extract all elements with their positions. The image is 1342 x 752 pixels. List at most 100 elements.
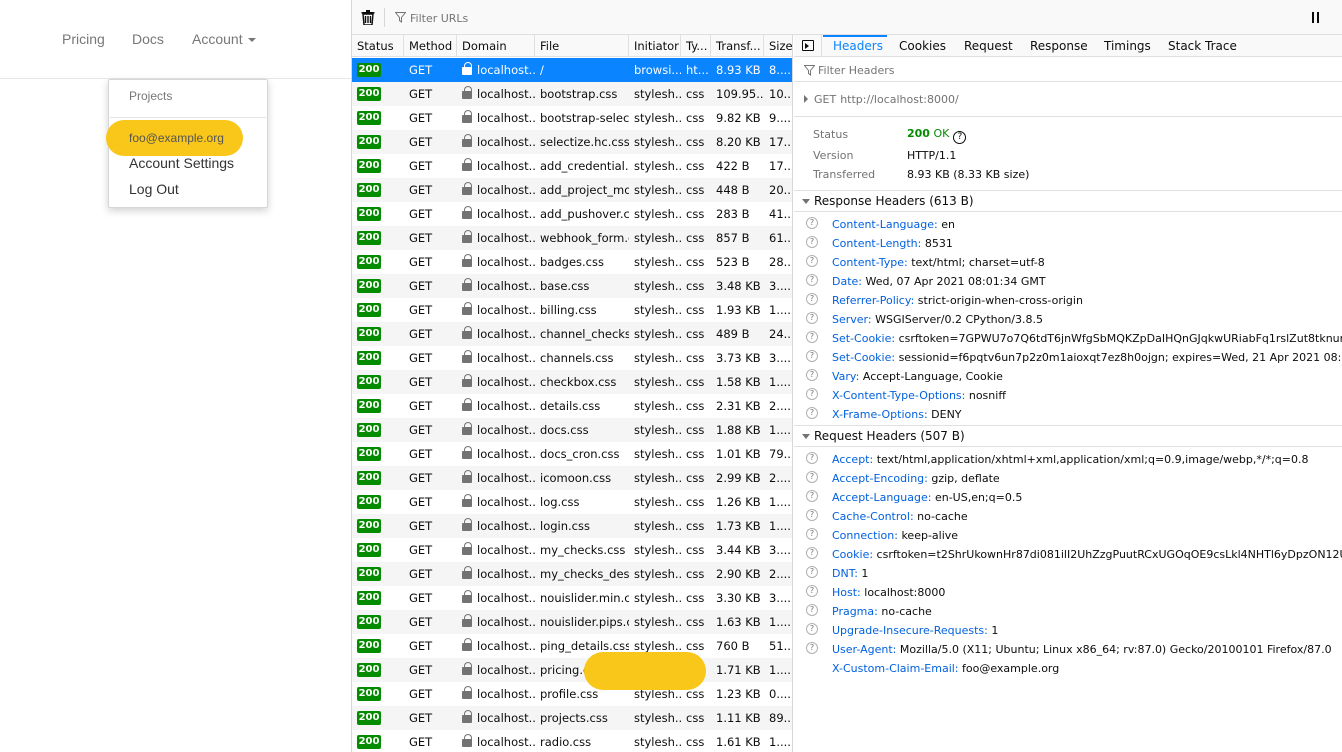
help-icon[interactable]: ? <box>806 255 818 267</box>
col-domain[interactable]: Domain <box>457 35 535 57</box>
help-icon[interactable]: ? <box>806 490 818 502</box>
header-row[interactable]: ? Upgrade-Insecure-Requests: 1 <box>794 621 1342 640</box>
col-status[interactable]: Status <box>352 35 404 57</box>
table-row[interactable]: 200GETlocalhost...pricing.cssstylesh...c… <box>352 658 792 682</box>
table-row[interactable]: 200 GET localhost... ping_details.css styles… <box>352 634 792 658</box>
header-row[interactable]: ?X-Custom-Claim-Email: foo@example.org <box>794 659 1342 678</box>
help-icon[interactable]: ? <box>953 131 967 144</box>
nav-pricing-link[interactable]: Pricing <box>62 31 105 47</box>
filter-urls-input[interactable] <box>410 11 710 25</box>
table-row[interactable]: 200 GET localhost... docs_cron.css stylesh..… <box>352 442 792 466</box>
tab-timings[interactable]: Timings <box>1104 35 1151 57</box>
tab-cookies[interactable]: Cookies <box>899 35 946 57</box>
help-icon[interactable]: ? <box>806 274 818 286</box>
header-row[interactable]: ? Server: WSGIServer/0.2 CPython/3.8.5 <box>794 310 1342 329</box>
help-icon[interactable]: ? <box>806 642 818 654</box>
help-icon[interactable]: ? <box>806 293 818 305</box>
table-row[interactable]: 200 GET localhost... bootstrap-select.n styl… <box>352 106 792 130</box>
filter-headers-input[interactable] <box>818 63 1118 77</box>
help-icon[interactable]: ? <box>806 509 818 521</box>
header-row[interactable]: ? Connection: keep-alive <box>794 526 1342 545</box>
table-row[interactable]: 200 GET localhost... nouislider.min.css styl… <box>352 586 792 610</box>
table-row[interactable]: 200 GET localhost... badges.css stylesh... cs… <box>352 250 792 274</box>
table-row[interactable]: 200 GET localhost... log.css stylesh... css 1.… <box>352 490 792 514</box>
tab-stack-trace[interactable]: Stack Trace <box>1168 35 1237 57</box>
menu-account-settings[interactable]: Account Settings <box>129 155 234 171</box>
header-row[interactable]: ? Content-Language: en <box>794 215 1342 234</box>
help-icon[interactable]: ? <box>806 217 818 229</box>
table-row[interactable]: 200 GET localhost... add_credential.css styl… <box>352 154 792 178</box>
panel-toggle-icon[interactable] <box>802 40 814 51</box>
table-row[interactable]: 200 GET localhost... add_pushover.css styles… <box>352 202 792 226</box>
table-row[interactable]: 200 GET localhost... my_checks_deskto styles… <box>352 562 792 586</box>
header-row[interactable]: ? Accept: text/html,application/xhtml+xml… <box>794 450 1342 469</box>
request-summary-url[interactable]: GET http://localhost:8000/ <box>804 93 959 106</box>
table-row[interactable]: 200 GET localhost... / browsi... ht... 8.93 KB… <box>352 58 792 82</box>
help-icon[interactable]: ? <box>806 547 818 559</box>
table-row[interactable]: 200 GET localhost... billing.css stylesh... c… <box>352 298 792 322</box>
tab-response[interactable]: Response <box>1030 35 1088 57</box>
help-icon[interactable]: ? <box>806 350 818 362</box>
col-method[interactable]: Method <box>404 35 457 57</box>
header-row[interactable]: ? Host: localhost:8000 <box>794 583 1342 602</box>
help-icon[interactable]: ? <box>806 312 818 324</box>
help-icon[interactable]: ? <box>806 369 818 381</box>
table-row[interactable]: 200 GET localhost... checkbox.css stylesh...… <box>352 370 792 394</box>
header-row[interactable]: ? Cache-Control: no-cache <box>794 507 1342 526</box>
help-icon[interactable]: ? <box>806 585 818 597</box>
request-headers-section[interactable]: Request Headers (507 B) <box>794 425 1342 447</box>
col-transferred[interactable]: Transf... <box>711 35 764 57</box>
table-row[interactable]: 200 GET localhost... webhook_form.css styles… <box>352 226 792 250</box>
table-row[interactable]: 200 GET localhost... base.css stylesh... css 3… <box>352 274 792 298</box>
col-type[interactable]: Ty... <box>681 35 711 57</box>
header-row[interactable]: ? Set-Cookie: csrftoken=7GPWU7o7Q6tdT6jnW… <box>794 329 1342 348</box>
table-row[interactable]: 200 GET localhost... add_project_mod stylesh… <box>352 178 792 202</box>
table-row[interactable]: 200 GET localhost... docs.css stylesh... css 1… <box>352 418 792 442</box>
table-row[interactable]: 200 GET localhost... selectize.hc.css styles… <box>352 130 792 154</box>
help-icon[interactable]: ? <box>806 528 818 540</box>
table-row[interactable]: 200 GET localhost... nouislider.pips.css sty… <box>352 610 792 634</box>
header-row[interactable]: ? Vary: Accept-Language, Cookie <box>794 367 1342 386</box>
header-row[interactable]: ? Pragma: no-cache <box>794 602 1342 621</box>
col-size[interactable]: Size <box>764 35 792 57</box>
trash-icon[interactable] <box>361 10 375 25</box>
help-icon[interactable]: ? <box>806 566 818 578</box>
help-icon[interactable]: ? <box>806 407 818 419</box>
table-row[interactable]: 200 GET localhost... projects.css stylesh...… <box>352 706 792 730</box>
tab-request[interactable]: Request <box>964 35 1013 57</box>
header-row[interactable]: ? X-Content-Type-Options: nosniff <box>794 386 1342 405</box>
header-row[interactable]: ? Cookie: csrftoken=t2ShrUkownHr87di081il… <box>794 545 1342 564</box>
header-row[interactable]: ? Content-Length: 8531 <box>794 234 1342 253</box>
help-icon[interactable]: ? <box>806 471 818 483</box>
header-row[interactable]: ? Content-Type: text/html; charset=utf-8 <box>794 253 1342 272</box>
menu-log-out[interactable]: Log Out <box>129 181 179 197</box>
header-row[interactable]: ? X-Frame-Options: DENY <box>794 405 1342 424</box>
header-row[interactable]: ? Date: Wed, 07 Apr 2021 08:01:34 GMT <box>794 272 1342 291</box>
header-row[interactable]: ? Accept-Language: en-US,en;q=0.5 <box>794 488 1342 507</box>
response-headers-section[interactable]: Response Headers (613 B) <box>794 190 1342 212</box>
header-row[interactable]: ? User-Agent: Mozilla/5.0 (X11; Ubuntu; L… <box>794 640 1342 659</box>
col-file[interactable]: File <box>535 35 629 57</box>
table-row[interactable]: 200 GET localhost... bootstrap.css stylesh..… <box>352 82 792 106</box>
header-row[interactable]: ? DNT: 1 <box>794 564 1342 583</box>
help-icon[interactable]: ? <box>806 236 818 248</box>
help-icon[interactable]: ? <box>806 452 818 464</box>
help-icon[interactable]: ? <box>806 623 818 635</box>
table-row[interactable]: 200 GET localhost... my_checks.css stylesh..… <box>352 538 792 562</box>
header-row[interactable]: ? Set-Cookie: sessionid=f6pqtv6un7p2z0m1a… <box>794 348 1342 367</box>
help-icon[interactable]: ? <box>806 604 818 616</box>
table-row[interactable]: 200 GET localhost... login.css stylesh... css… <box>352 514 792 538</box>
tab-headers[interactable]: Headers <box>833 35 883 57</box>
header-row[interactable]: ? Accept-Encoding: gzip, deflate <box>794 469 1342 488</box>
pause-icon[interactable] <box>1311 12 1321 23</box>
help-icon[interactable]: ? <box>806 331 818 343</box>
nav-account-dropdown[interactable]: Account <box>192 31 256 47</box>
table-row[interactable]: 200 GET localhost... icomoon.css stylesh... c… <box>352 466 792 490</box>
col-initiator[interactable]: Initiator <box>629 35 681 57</box>
header-row[interactable]: ? Referrer-Policy: strict-origin-when-cro… <box>794 291 1342 310</box>
table-row[interactable]: 200 GET localhost... channel_checks.cs style… <box>352 322 792 346</box>
nav-docs-link[interactable]: Docs <box>132 31 164 47</box>
help-icon[interactable]: ? <box>806 388 818 400</box>
table-row[interactable]: 200 GET localhost... channels.css stylesh...… <box>352 346 792 370</box>
table-row[interactable]: 200 GET localhost... profile.css stylesh... c… <box>352 682 792 706</box>
